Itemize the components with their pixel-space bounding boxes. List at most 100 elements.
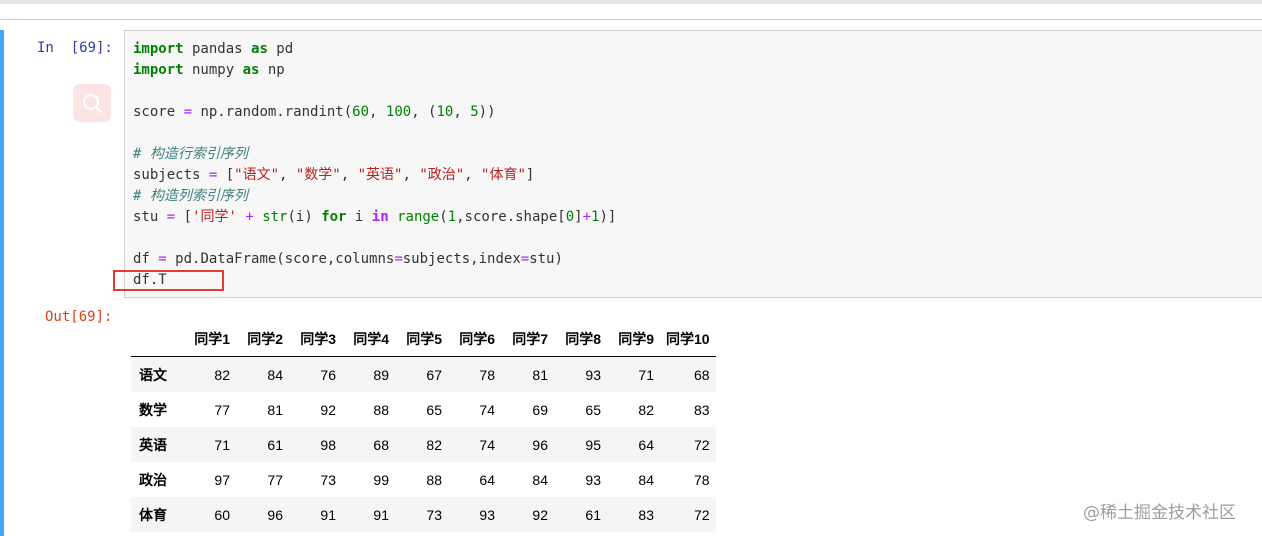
code-token: subjects,index [402, 251, 521, 267]
table-cell: 88 [426, 471, 442, 488]
table-cell: 89 [373, 366, 389, 383]
code-token: pandas [183, 41, 252, 57]
code-token: pd.DataFrame(score,columns [166, 251, 395, 267]
code-token: as [251, 41, 268, 57]
notebook-toolbar-edge [0, 0, 1262, 4]
code-token: ( [439, 209, 448, 225]
code-token: = [158, 251, 167, 267]
search-button[interactable] [73, 84, 111, 122]
code-token: str [262, 209, 288, 225]
table-cell: 93 [585, 366, 601, 383]
table-cell: 84 [638, 471, 654, 488]
code-token: + [245, 209, 254, 225]
highlight-annotation-box [113, 270, 224, 291]
table-cell: 72 [694, 506, 710, 523]
row-index: 政治 [139, 471, 167, 488]
code-token: 1 [447, 209, 457, 225]
code-token: , [464, 167, 482, 183]
table-cell: 65 [426, 401, 442, 418]
table-cell: 77 [214, 401, 230, 418]
selected-cell-indicator [0, 30, 4, 536]
index-corner-cell [131, 321, 183, 357]
code-token: ,score.shape[ [456, 209, 566, 225]
code-token: df [133, 251, 159, 267]
table-cell: 69 [532, 401, 548, 418]
code-token: import [133, 41, 184, 57]
code-token: 0 [565, 209, 575, 225]
code-token: )) [478, 104, 496, 120]
table-cell: 95 [585, 436, 601, 453]
code-token: np [259, 62, 285, 78]
column-header: 同学2 [236, 321, 289, 357]
column-header: 同学6 [448, 321, 501, 357]
code-comment: # 构造列索引序列 [133, 188, 248, 204]
watermark-text: @稀土掘金技术社区 [1083, 503, 1236, 523]
table-row: 语文 82 84 76 89 67 78 81 93 71 68 [131, 356, 716, 392]
table-cell: 81 [532, 366, 548, 383]
column-header: 同学9 [607, 321, 660, 357]
table-cell: 78 [694, 471, 710, 488]
table-cell: 98 [320, 436, 336, 453]
table-row: 政治 97 77 73 99 88 64 84 93 84 78 [131, 462, 716, 497]
row-index: 体育 [139, 506, 167, 523]
column-header: 同学4 [342, 321, 395, 357]
code-token: [ [217, 167, 235, 183]
code-token: = [394, 251, 403, 267]
row-index: 英语 [139, 436, 167, 453]
table-cell: 64 [638, 436, 654, 453]
code-token: = [520, 251, 530, 267]
search-icon [82, 93, 103, 114]
table-cell: 82 [214, 366, 230, 383]
table-cell: 82 [426, 436, 442, 453]
output-prompt: Out[69]: [45, 309, 113, 325]
table-cell: 61 [267, 436, 283, 453]
table-cell: 74 [479, 401, 495, 418]
code-token: i [346, 209, 372, 225]
table-cell: 68 [373, 436, 389, 453]
table-cell: 72 [694, 436, 710, 453]
table-cell: 96 [532, 436, 548, 453]
table-cell: 81 [267, 401, 283, 418]
code-token: stu) [529, 251, 563, 267]
code-token: in [371, 209, 389, 225]
table-cell: 73 [426, 506, 442, 523]
table-cell: 91 [373, 506, 389, 523]
table-cell: 64 [479, 471, 495, 488]
table-cell: 93 [479, 506, 495, 523]
column-header: 同学1 [183, 321, 236, 357]
column-header: 同学5 [395, 321, 448, 357]
code-token: numpy [183, 62, 243, 78]
code-token: 100 [385, 104, 412, 120]
code-token: for [321, 209, 347, 225]
code-token: 5 [470, 104, 479, 120]
table-cell: 83 [638, 506, 654, 523]
code-editor[interactable]: import pandas as pd import numpy as np s… [133, 39, 616, 291]
table-cell: 96 [267, 506, 283, 523]
code-token: ] [574, 209, 583, 225]
code-token: , ( [411, 104, 437, 120]
code-string: "语文" [234, 167, 280, 183]
code-string: "英语" [357, 167, 403, 183]
code-token: )] [599, 209, 617, 225]
column-header: 同学3 [289, 321, 342, 357]
code-token: as [242, 62, 260, 78]
table-cell: 83 [694, 401, 710, 418]
table-cell: 93 [585, 471, 601, 488]
table-cell: 77 [267, 471, 283, 488]
code-comment: # 构造行索引序列 [133, 146, 248, 162]
code-string: "政治" [419, 167, 465, 183]
row-index: 语文 [139, 366, 167, 383]
table-cell: 71 [214, 436, 230, 453]
table-cell: 91 [320, 506, 336, 523]
code-token: 60 [352, 104, 370, 120]
code-token: , [369, 104, 386, 120]
code-token: stu [133, 209, 167, 225]
code-input-area[interactable]: import pandas as pd import numpy as np s… [124, 30, 1262, 298]
table-cell: 65 [585, 401, 601, 418]
code-token: import [133, 62, 184, 78]
code-token: np.random.randint( [192, 104, 353, 120]
dataframe-output-table: 同学1 同学2 同学3 同学4 同学5 同学6 同学7 同学8 同学9 同学10… [131, 321, 716, 532]
code-string: '同学' [192, 209, 237, 225]
code-token: , [453, 104, 471, 120]
